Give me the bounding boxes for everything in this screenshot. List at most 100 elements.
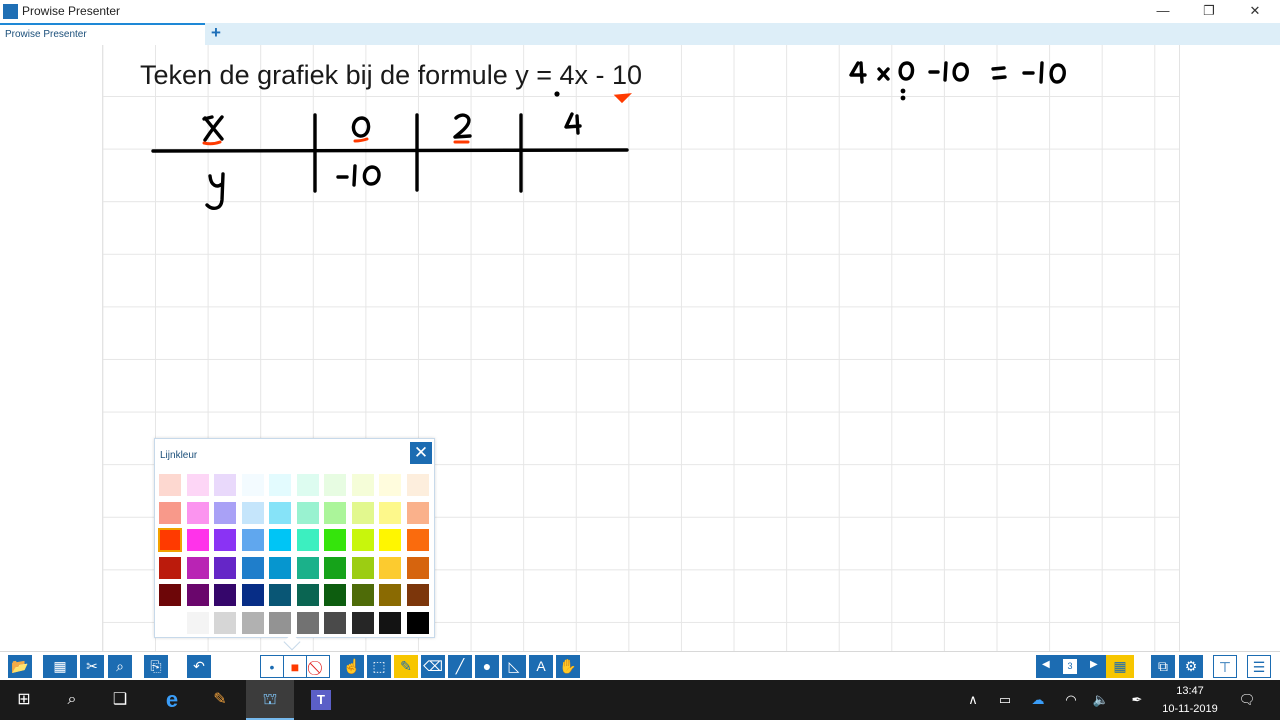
slides-icon[interactable]: ▦ (43, 655, 77, 678)
color-swatch[interactable] (324, 584, 346, 606)
color-swatch[interactable] (159, 556, 181, 579)
color-swatch[interactable] (296, 611, 319, 634)
color-swatch[interactable] (296, 584, 319, 606)
color-swatch[interactable] (351, 501, 374, 524)
color-swatch[interactable] (241, 474, 264, 496)
color-swatch[interactable] (379, 529, 401, 551)
presenter-taskbar-icon[interactable]: ⛫ (246, 680, 294, 720)
fill-color-button[interactable]: ■ (283, 655, 307, 678)
restore-button[interactable]: ❐ (1186, 0, 1232, 23)
export-icon[interactable]: ⎘ (144, 655, 168, 678)
pen-workspace-icon[interactable]: ✒ (1126, 680, 1148, 720)
color-swatch[interactable] (351, 584, 374, 606)
color-swatch[interactable] (351, 529, 374, 551)
color-swatch[interactable] (406, 584, 429, 606)
dot-size-button[interactable]: • (260, 655, 284, 678)
present-icon[interactable]: ⧉ (1151, 655, 1175, 678)
next-page-icon[interactable]: ▶ (1090, 659, 1098, 670)
search-icon[interactable]: ⌕ (48, 680, 96, 720)
color-swatch[interactable] (186, 556, 209, 579)
circle-icon[interactable]: ● (475, 655, 499, 678)
color-swatch[interactable] (406, 611, 429, 634)
color-swatch[interactable] (296, 529, 319, 551)
undo-icon[interactable]: ↶ (187, 655, 211, 678)
settings-icon[interactable]: ⚙ (1179, 655, 1203, 678)
color-swatch[interactable] (379, 474, 401, 496)
color-swatch[interactable] (379, 556, 401, 579)
no-fill-button[interactable]: ⃠ (306, 655, 330, 678)
color-swatch[interactable] (159, 474, 181, 496)
teams-icon[interactable]: T (297, 680, 345, 720)
color-swatch[interactable] (159, 584, 181, 606)
task-view-icon[interactable]: ❑ (96, 680, 144, 720)
start-icon[interactable]: ⊞ (0, 680, 48, 720)
color-swatch[interactable] (324, 529, 346, 551)
color-swatch[interactable] (269, 556, 291, 579)
wifi-icon[interactable]: ◠ (1060, 680, 1082, 720)
notifications-icon[interactable]: 🗨 (1236, 680, 1258, 720)
color-swatch[interactable] (351, 556, 374, 579)
color-swatch[interactable] (324, 611, 346, 634)
ruler-icon[interactable]: ◺ (502, 655, 526, 678)
color-swatch[interactable] (406, 474, 429, 496)
color-swatch[interactable] (379, 501, 401, 524)
tab-prowise-presenter[interactable]: Prowise Presenter (0, 23, 205, 45)
color-swatch[interactable] (186, 584, 209, 606)
select-icon[interactable]: ⬚ (367, 655, 391, 678)
clock-time[interactable]: 13:47 (1160, 685, 1220, 697)
show-hidden-icons[interactable]: ∧ (962, 680, 984, 720)
color-swatch[interactable] (269, 474, 291, 496)
paint-icon[interactable]: ✎ (196, 680, 244, 720)
add-tab-button[interactable]: + (208, 24, 224, 44)
color-swatch[interactable] (269, 584, 291, 606)
open-folder-icon[interactable]: 📂 (8, 655, 32, 678)
color-swatch[interactable] (159, 611, 181, 634)
volume-icon[interactable]: 🔈 (1090, 680, 1112, 720)
color-swatch[interactable] (241, 584, 264, 606)
color-swatch[interactable] (296, 501, 319, 524)
prev-page-icon[interactable]: ◀ (1042, 659, 1050, 670)
color-swatch[interactable] (269, 529, 291, 551)
color-swatch[interactable] (241, 501, 264, 524)
color-swatch[interactable] (241, 556, 264, 579)
grid-icon[interactable]: ▦ (1106, 655, 1134, 678)
color-swatch[interactable] (324, 556, 346, 579)
line-icon[interactable]: ╱ (448, 655, 472, 678)
color-swatch[interactable] (324, 474, 346, 496)
close-panel-button[interactable]: ✕ (410, 442, 432, 464)
color-swatch[interactable] (296, 474, 319, 496)
color-swatch[interactable] (214, 501, 236, 524)
onedrive-icon[interactable]: ☁ (1026, 680, 1050, 720)
menu-icon[interactable]: ☰ (1247, 655, 1271, 678)
color-swatch[interactable] (214, 556, 236, 579)
zoom-icon[interactable]: ⌕ (108, 655, 132, 678)
color-swatch[interactable] (241, 611, 264, 634)
pen-icon[interactable]: ✎ (394, 655, 418, 678)
color-swatch[interactable] (159, 501, 181, 524)
color-swatch[interactable] (379, 611, 401, 634)
color-swatch[interactable] (214, 474, 236, 496)
eraser-icon[interactable]: ⌫ (421, 655, 445, 678)
color-swatch[interactable] (406, 529, 429, 551)
toolbar-position-icon[interactable]: ⊤ (1213, 655, 1237, 678)
color-swatch[interactable] (269, 501, 291, 524)
color-swatch[interactable] (186, 611, 209, 634)
minimize-button[interactable]: — (1140, 0, 1186, 23)
color-swatch[interactable] (214, 529, 236, 551)
clock-date[interactable]: 10-11-2019 (1155, 703, 1225, 715)
color-swatch[interactable] (269, 611, 291, 634)
text-icon[interactable]: A (529, 655, 553, 678)
tools-icon[interactable]: ✂ (80, 655, 104, 678)
edge-icon[interactable]: e (148, 680, 196, 720)
close-window-button[interactable]: ✕ (1232, 0, 1278, 23)
hand-icon[interactable]: ✋ (556, 655, 580, 678)
color-swatch[interactable] (158, 528, 182, 552)
color-swatch[interactable] (214, 611, 236, 634)
color-swatch[interactable] (406, 501, 429, 524)
color-swatch[interactable] (351, 474, 374, 496)
color-swatch[interactable] (324, 501, 346, 524)
color-swatch[interactable] (296, 556, 319, 579)
color-swatch[interactable] (406, 556, 429, 579)
color-swatch[interactable] (351, 611, 374, 634)
pointer-icon[interactable]: ☝ (340, 655, 364, 678)
